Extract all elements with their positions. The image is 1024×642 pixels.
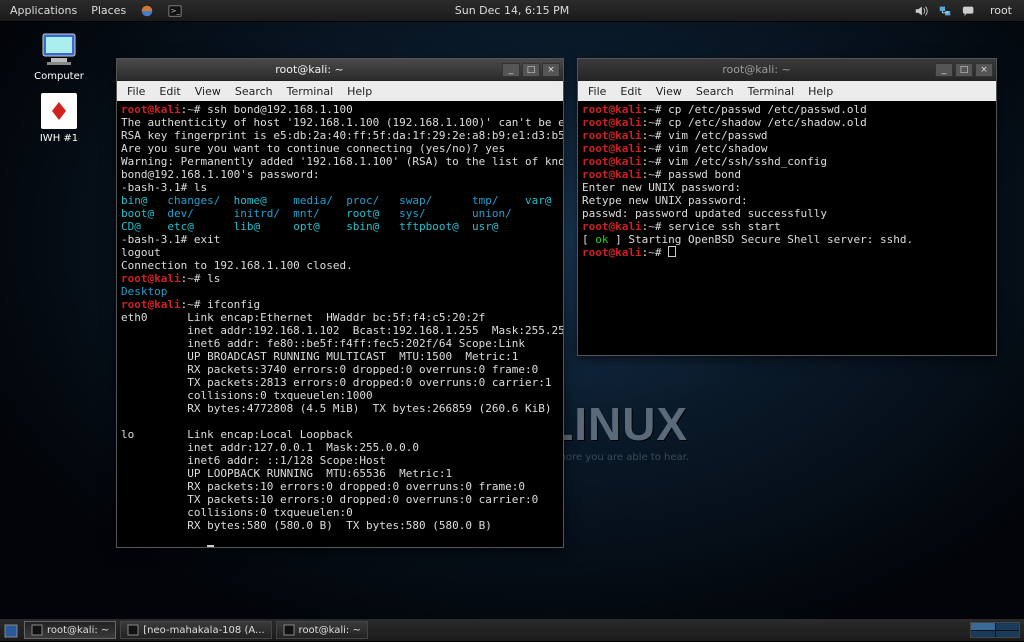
desktop-icon-label: IWH #1 — [24, 133, 94, 144]
top-panel: Applications Places >_ Sun Dec 14, 6:15 … — [0, 0, 1024, 22]
terminal-window-2[interactable]: root@kali: ~ _ □ × FileEditViewSearchTer… — [577, 58, 997, 356]
desktop-icon-label: Computer — [24, 71, 94, 82]
maximize-button[interactable]: □ — [955, 63, 973, 77]
network-icon[interactable] — [938, 4, 952, 18]
window-title: root@kali: ~ — [578, 63, 935, 76]
user-menu[interactable]: root — [986, 4, 1016, 17]
menu-search[interactable]: Search — [690, 83, 740, 100]
volume-icon[interactable] — [914, 4, 928, 18]
menu-edit[interactable]: Edit — [614, 83, 647, 100]
titlebar[interactable]: root@kali: ~ _ □ × — [117, 59, 563, 81]
clock[interactable]: Sun Dec 14, 6:15 PM — [455, 4, 570, 17]
bottom-panel: root@kali: ~[neo-mahakala-108 (A...root@… — [0, 619, 1024, 641]
terminal-window-1[interactable]: root@kali: ~ _ □ × FileEditViewSearchTer… — [116, 58, 564, 548]
applications-menu[interactable]: Applications — [6, 4, 81, 17]
workspace-switcher[interactable] — [970, 622, 1020, 638]
svg-text:>_: >_ — [171, 6, 181, 14]
menu-help[interactable]: Help — [802, 83, 839, 100]
menu-help[interactable]: Help — [341, 83, 378, 100]
minimize-button[interactable]: _ — [935, 63, 953, 77]
menu-edit[interactable]: Edit — [153, 83, 186, 100]
minimize-button[interactable]: _ — [502, 63, 520, 77]
menubar: FileEditViewSearchTerminalHelp — [578, 81, 996, 101]
menu-search[interactable]: Search — [229, 83, 279, 100]
computer-icon — [36, 30, 82, 68]
window-title: root@kali: ~ — [117, 63, 502, 76]
menubar: FileEditViewSearchTerminalHelp — [117, 81, 563, 101]
desktop-icon-computer[interactable]: Computer — [24, 30, 94, 82]
desktop-icon-iwh[interactable]: IWH #1 — [24, 92, 94, 144]
menu-view[interactable]: View — [189, 83, 227, 100]
menu-terminal[interactable]: Terminal — [281, 83, 340, 100]
show-desktop-icon[interactable] — [4, 623, 18, 637]
terminal-body[interactable]: root@kali:~# ssh bond@192.168.1.100 The … — [117, 101, 563, 547]
terminal-launcher-icon[interactable]: >_ — [164, 4, 186, 18]
maximize-button[interactable]: □ — [522, 63, 540, 77]
chat-icon[interactable] — [962, 4, 976, 18]
close-button[interactable]: × — [975, 63, 993, 77]
menu-view[interactable]: View — [650, 83, 688, 100]
taskbar-item[interactable]: root@kali: ~ — [24, 621, 116, 639]
terminal-body[interactable]: root@kali:~# cp /etc/passwd /etc/passwd.… — [578, 101, 996, 355]
places-menu[interactable]: Places — [87, 4, 130, 17]
taskbar-item[interactable]: root@kali: ~ — [276, 621, 368, 639]
taskbar-item[interactable]: [neo-mahakala-108 (A... — [120, 621, 271, 639]
close-button[interactable]: × — [542, 63, 560, 77]
menu-terminal[interactable]: Terminal — [742, 83, 801, 100]
menu-file[interactable]: File — [582, 83, 612, 100]
menu-file[interactable]: File — [121, 83, 151, 100]
titlebar[interactable]: root@kali: ~ _ □ × — [578, 59, 996, 81]
desktop[interactable]: KALI LINUX The quieter you become, the m… — [0, 22, 1024, 619]
iwh-icon — [36, 92, 82, 130]
iceweasel-launcher-icon[interactable] — [136, 4, 158, 18]
